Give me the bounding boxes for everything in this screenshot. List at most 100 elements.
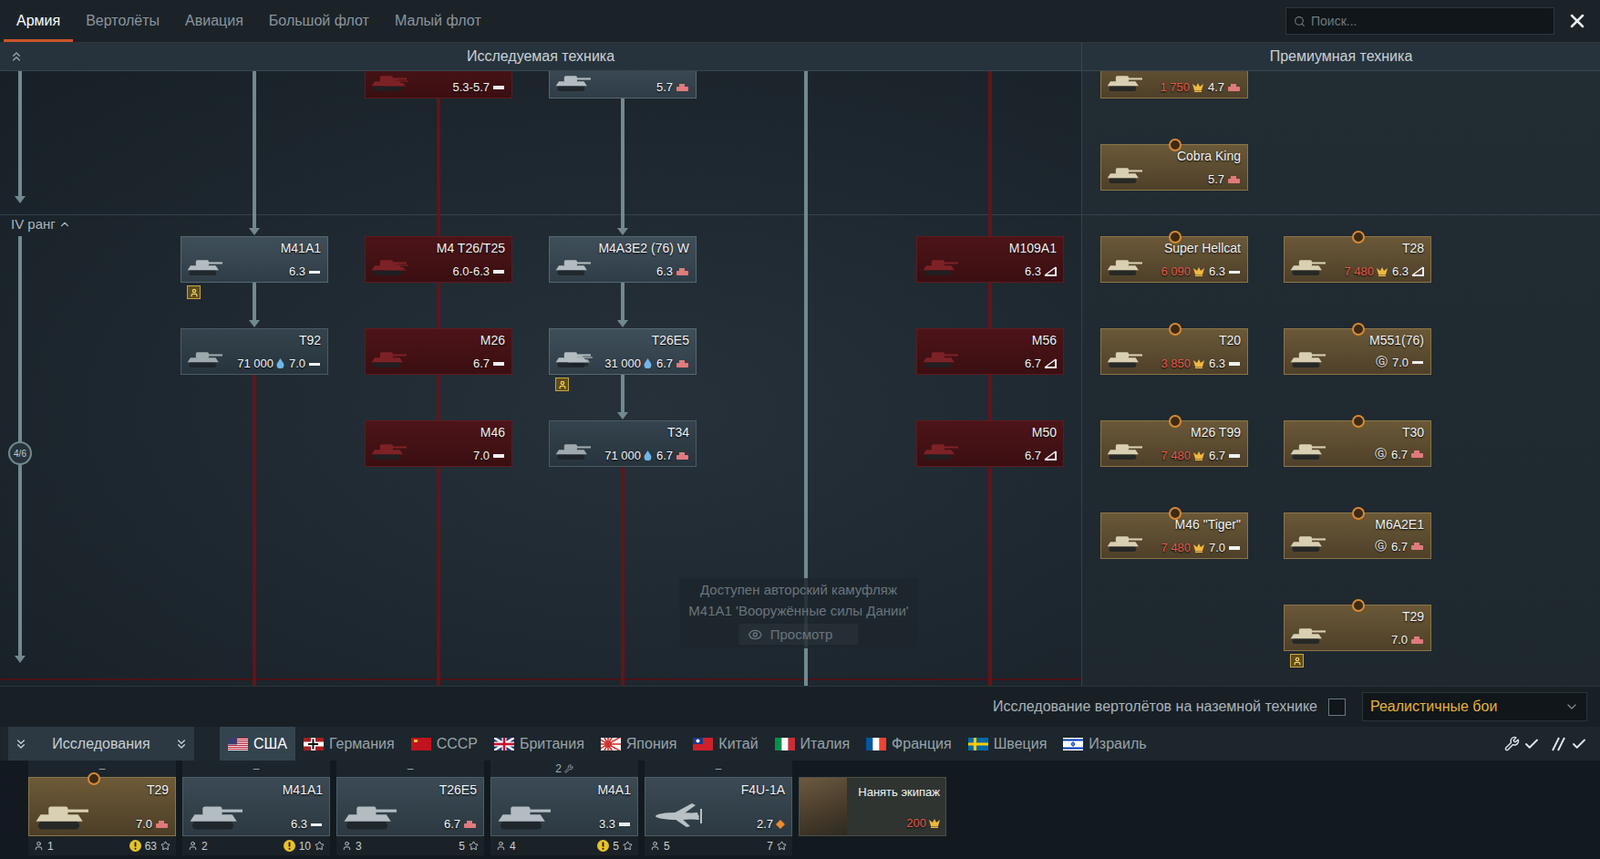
- vehicle-node[interactable]: M6A2E1Ⓖ6.7: [1283, 512, 1432, 559]
- battle-rating: 4.7: [1207, 80, 1225, 94]
- nation-tab[interactable]: Китай: [684, 726, 766, 761]
- vehicle-node[interactable]: M506.7: [916, 420, 1064, 467]
- nation-tab[interactable]: СССР: [402, 726, 486, 761]
- vehicle-name: T34: [667, 424, 690, 440]
- arrow-icon: [617, 320, 629, 328]
- crew-slot[interactable]: –F4U-1A2.757: [644, 760, 793, 859]
- branch-tab[interactable]: Малый флот: [381, 0, 495, 42]
- slot-vehicle[interactable]: T297.0: [28, 776, 176, 837]
- nation-tab[interactable]: Германия: [295, 726, 403, 761]
- vehicle-art: [921, 424, 960, 463]
- vehicle-node[interactable]: T287 4806.3: [1283, 236, 1432, 283]
- vehicle-node[interactable]: M4 T26/T256.0-6.3: [364, 236, 513, 283]
- vehicle-info: T297.0: [88, 782, 169, 831]
- vehicle-node-clipped[interactable]: 5.7: [548, 71, 697, 99]
- slot-vehicle[interactable]: T26E56.7: [336, 776, 485, 837]
- vehicle-node[interactable]: T297.0: [1283, 604, 1432, 651]
- crew-slot[interactable]: –M41A16.3210: [182, 760, 331, 859]
- vehicle-node[interactable]: M266.7: [364, 328, 513, 375]
- vehicle-node-clipped[interactable]: 1 7504.7: [1100, 71, 1249, 99]
- research-header: Исследуемая техника: [0, 42, 1082, 71]
- vehicle-node[interactable]: T203 8506.3: [1100, 328, 1249, 375]
- branch-tab[interactable]: Вертолёты: [72, 0, 173, 42]
- china-flag-icon: [692, 737, 713, 751]
- collapse-button[interactable]: [0, 49, 33, 64]
- branch-tab[interactable]: Большой флот: [256, 0, 382, 42]
- vehicle-node[interactable]: T3471 0006.7: [548, 420, 697, 467]
- vehicle-node[interactable]: M4A3E2 (76) W6.3: [548, 236, 697, 283]
- vehicle-node[interactable]: T30Ⓖ6.7: [1283, 420, 1432, 467]
- arrow-icon: [617, 412, 629, 420]
- vehicle-stats: Ⓖ6.7: [1374, 445, 1425, 463]
- tech-tree[interactable]: IV ранг4/6M41A16.3T9271 0007.05.3-5.7M4 …: [0, 71, 1600, 686]
- vehicle-cost: 7 480: [1160, 540, 1191, 555]
- vehicle-node-clipped[interactable]: 5.3-5.7: [364, 71, 513, 99]
- golden-eagle-icon: [1193, 451, 1205, 461]
- nation-tab[interactable]: Израиль: [1054, 726, 1155, 761]
- tree-link: [988, 466, 992, 686]
- vehicle-node[interactable]: M551(76)Ⓖ7.0: [1283, 328, 1432, 375]
- nation-tab[interactable]: Британия: [485, 726, 593, 761]
- crew-slot[interactable]: –T297.0163: [28, 760, 176, 859]
- vehicle-cost: 7 480: [1343, 264, 1374, 279]
- hire-crew-button[interactable]: Нанять экипаж200: [798, 776, 947, 837]
- crew-slot[interactable]: –T26E56.735: [336, 760, 485, 859]
- vehicle-node[interactable]: M467.0: [364, 420, 513, 467]
- light-tank-icon: [1228, 268, 1241, 276]
- ussr-flag-icon: [411, 737, 432, 751]
- vehicle-node[interactable]: M566.7: [916, 328, 1064, 375]
- vehicle-name: M46: [480, 424, 506, 440]
- vehicle-node[interactable]: Super Hellcat6 0906.3: [1100, 236, 1249, 283]
- vehicle-node[interactable]: Cobra King5.7: [1100, 144, 1249, 191]
- vehicle-node[interactable]: M109A16.3: [916, 236, 1064, 283]
- vehicle-stats: 6 0906.3: [1160, 264, 1241, 279]
- helicopter-checkbox[interactable]: [1328, 698, 1346, 716]
- vehicle-node[interactable]: M46 "Tiger"7 4807.0: [1100, 512, 1249, 559]
- repair-filter[interactable]: [1504, 735, 1540, 753]
- crew-points: 5: [458, 839, 479, 853]
- research-toggle[interactable]: Исследования: [8, 726, 195, 761]
- nation-tab[interactable]: Швеция: [960, 726, 1056, 761]
- arrow-icon: [14, 196, 26, 204]
- rank-label[interactable]: IV ранг: [10, 216, 72, 232]
- dropdown-icon: [1564, 699, 1580, 714]
- vehicle-art: [1105, 71, 1145, 94]
- slot-vehicle[interactable]: M41A16.3: [182, 776, 331, 837]
- crew-slot[interactable]: 2M4A13.345: [490, 760, 639, 859]
- tree-link: [988, 282, 992, 329]
- battle-rating: 6.7: [1391, 447, 1408, 462]
- light-tank-icon: [308, 268, 321, 276]
- nation-tab[interactable]: Италия: [766, 726, 858, 761]
- research-area: [0, 71, 1082, 686]
- tree-link: [252, 374, 257, 686]
- vehicle-info: M4A3E2 (76) W6.3: [592, 240, 690, 279]
- preview-button[interactable]: Просмотр: [739, 623, 859, 645]
- heavy-tank-icon: [675, 82, 690, 93]
- research-title: Исследуемая техника: [32, 48, 1049, 65]
- heavy-tank-icon: [154, 819, 169, 829]
- nation-tab[interactable]: США: [219, 726, 296, 761]
- search-field[interactable]: Поиск...: [1285, 7, 1555, 35]
- vehicle-node[interactable]: M41A16.3: [180, 236, 329, 283]
- vehicle-node[interactable]: T9271 0007.0: [180, 328, 329, 375]
- hire-label: Нанять экипаж: [857, 784, 940, 799]
- close-button[interactable]: [1554, 0, 1600, 42]
- battle-rating: 6.3: [290, 816, 308, 831]
- mode-select[interactable]: Реалистичные бои: [1362, 691, 1588, 722]
- branch-tab[interactable]: Авиация: [172, 0, 257, 42]
- heavy-tank-icon: [1410, 449, 1425, 459]
- slot-vehicle[interactable]: F4U-1A2.7: [644, 776, 793, 837]
- vehicle-info: T3471 0006.7: [592, 424, 690, 463]
- battle-rating: 6.7: [443, 816, 461, 831]
- reserve-filter[interactable]: [1550, 735, 1588, 753]
- nation-tab[interactable]: Япония: [592, 726, 686, 761]
- battle-rating: 5.7: [656, 80, 673, 94]
- vehicle-stats: 6.7: [471, 356, 506, 371]
- vehicle-node[interactable]: T26E531 0006.7: [548, 328, 697, 375]
- slot-vehicle[interactable]: M4A13.3: [490, 776, 639, 837]
- vehicle-node[interactable]: M26 T997 4806.7: [1100, 420, 1249, 467]
- vehicle-name: T28: [1402, 240, 1425, 256]
- battle-rating: 7.0: [1208, 540, 1226, 555]
- branch-tab[interactable]: Армия: [3, 0, 73, 42]
- nation-tab[interactable]: Франция: [857, 726, 960, 761]
